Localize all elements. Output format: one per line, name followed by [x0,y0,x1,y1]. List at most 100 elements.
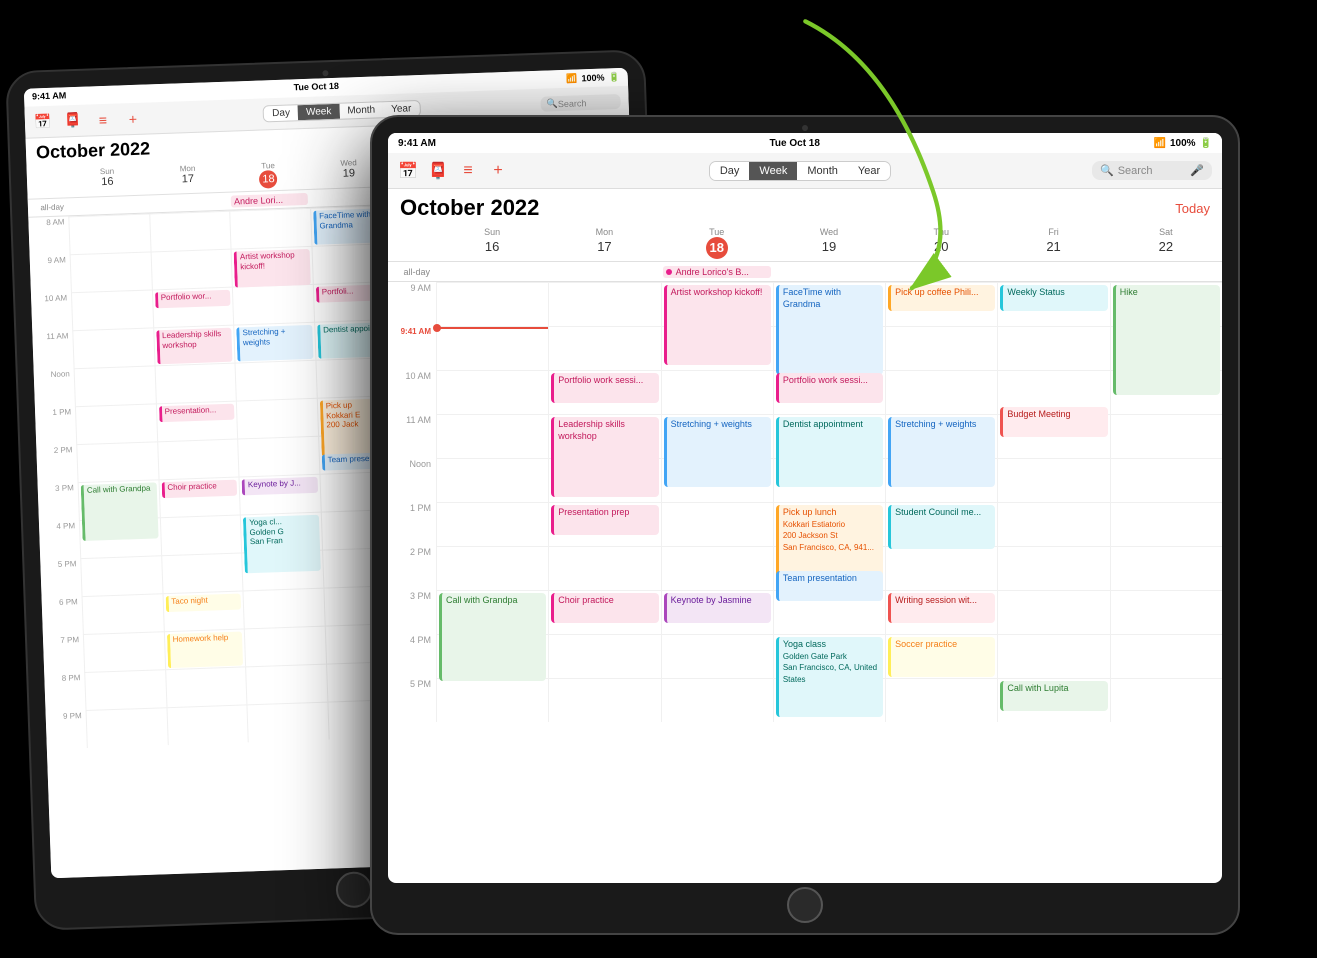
front-ev-student-council[interactable]: Student Council me... [888,505,995,549]
back-battery: 100% [581,73,604,84]
back-cell-4pm-tue: Yoga cl...Golden GSan Fran [240,512,322,553]
front-year-btn[interactable]: Year [848,162,890,180]
front-week-btn[interactable]: Week [749,162,797,180]
back-ev-call-grandpa: Call with Grandpa [81,482,158,541]
front-label-4pm: 4 PM [388,634,436,678]
calendar-icon[interactable]: 📅 [33,111,54,132]
front-cell-11am-wed: Dentist appointment [773,414,885,458]
front-calendar-icon[interactable]: 📅 [398,161,418,181]
front-cell-1pm-tue [661,502,773,546]
inbox-icon[interactable]: 📮 [63,110,84,131]
front-cell-3pm-mon: Choir practice [548,590,660,634]
front-add-icon[interactable]: + [488,161,508,181]
back-home-button[interactable] [335,871,372,908]
back-label-noon: Noon [34,368,75,407]
front-ev-dentist[interactable]: Dentist appointment [776,417,883,487]
back-cell-2pm-mon [157,439,239,480]
front-toolbar-icons: 📅 📮 ≡ + [398,161,508,181]
front-cell-3pm-sun: Call with Grandpa [436,590,548,634]
front-ev-hike[interactable]: Hike [1113,285,1220,395]
front-cell-5pm-sun [436,678,548,722]
back-cell-11am-mon: Leadership skills workshop [153,325,235,366]
back-allday-sun [68,204,149,207]
front-list-icon[interactable]: ≡ [458,161,478,181]
back-day-tue: Tue 18 [228,158,310,192]
front-label-9am: 9 AM [388,282,436,326]
ipad-front-screen: 9:41 AM Tue Oct 18 📶 100% 🔋 📅 📮 ≡ + Day [388,133,1222,883]
front-cell-2pm-thu [885,546,997,590]
camera-front [802,125,808,131]
front-cell-2pm-mon [548,546,660,590]
front-ev-call-lupita[interactable]: Call with Lupita [1000,681,1107,711]
front-ev-writing[interactable]: Writing session wit... [888,593,995,623]
front-cell-10am-mon: Portfolio work sessi... [548,370,660,414]
front-cell-941-thu [885,326,997,370]
front-cell-9am-sat: Hike [1110,282,1222,326]
front-day-sat: Sat 22 [1110,225,1222,261]
front-day-btn[interactable]: Day [710,162,750,180]
front-ev-facetime[interactable]: FaceTime with Grandma [776,285,883,375]
back-cell-noon-mon [154,363,236,404]
front-ev-budget[interactable]: Budget Meeting [1000,407,1107,437]
back-cell-4pm-mon [159,515,241,556]
front-ev-soccer[interactable]: Soccer practice [888,637,995,677]
front-ev-artist[interactable]: Artist workshop kickoff! [664,285,771,365]
back-search-bar[interactable]: 🔍 Search [540,94,620,112]
front-ev-team-presentation[interactable]: Team presentation [776,571,883,601]
front-cell-11am-thu: Stretching + weights [885,414,997,458]
front-ev-portfolio-wed[interactable]: Portfolio work sessi... [776,373,883,403]
back-allday-mon [148,201,229,204]
back-toolbar-icons: 📅 📮 ≡ + [33,108,144,132]
front-cell-3pm-tue: Keynote by Jasmine [661,590,773,634]
front-battery-icon: 🔋 [1200,138,1212,149]
front-cell-11am-mon: Leadership skills workshop [548,414,660,458]
front-ev-leadership[interactable]: Leadership skills workshop [551,417,658,497]
front-view-switcher: Day Week Month Year [709,161,891,181]
front-home-button[interactable] [787,887,823,923]
front-ev-portfolio-mon[interactable]: Portfolio work sessi... [551,373,658,403]
front-label-5pm: 5 PM [388,678,436,722]
front-cell-1pm-sat [1110,502,1222,546]
front-month-btn[interactable]: Month [797,162,848,180]
front-inbox-icon[interactable]: 📮 [428,161,448,181]
front-today-button[interactable]: Today [1175,201,1210,216]
back-ev-taco: Taco night [165,594,241,613]
back-month-btn[interactable]: Month [339,102,383,119]
front-ev-stretching-thu[interactable]: Stretching + weights [888,417,995,487]
add-icon[interactable]: + [123,108,144,129]
back-cell-3pm-tue: Keynote by J... [239,474,321,515]
back-cell-6pm-mon: Taco night [162,590,244,631]
back-ev-homework: Homework help [166,632,243,669]
front-cell-3pm-fri [997,590,1109,634]
front-cell-2pm-sat [1110,546,1222,590]
back-month-title: October 2022 [36,138,151,163]
back-day-btn[interactable]: Day [264,105,298,121]
front-time-grid-wrapper: 9 AM Artist workshop kickoff! FaceTime w… [388,282,1222,883]
front-cell-5pm-tue [661,678,773,722]
front-cell-3pm-sat [1110,590,1222,634]
back-ev-yoga: Yoga cl...Golden GSan Fran [243,515,320,574]
front-wifi-icon: 📶 [1154,138,1166,149]
back-allday-event: Andre Lori... [231,192,308,207]
front-cell-10am-wed: Portfolio work sessi... [773,370,885,414]
back-cell-7pm-mon: Homework help [163,628,245,669]
front-time-grid: 9 AM Artist workshop kickoff! FaceTime w… [388,282,1222,722]
back-cell-noon-sun [74,365,156,406]
front-ev-call-grandpa[interactable]: Call with Grandpa [439,593,546,681]
front-day-sun: Sun 16 [436,225,548,261]
back-week-btn[interactable]: Week [298,104,340,120]
front-search-icon: 🔍 [1100,164,1114,177]
front-cell-9am-mon [548,282,660,326]
front-ev-pickup-coffee[interactable]: Pick up coffee Phili... [888,285,995,311]
ipad-front: 9:41 AM Tue Oct 18 📶 100% 🔋 📅 📮 ≡ + Day [370,115,1240,935]
front-ev-weekly-status[interactable]: Weekly Status [1000,285,1107,311]
front-ev-presentation-prep[interactable]: Presentation prep [551,505,658,535]
front-cell-noon-sun [436,458,548,502]
front-ev-choir[interactable]: Choir practice [551,593,658,623]
front-ev-keynote[interactable]: Keynote by Jasmine [664,593,771,623]
front-ev-yoga[interactable]: Yoga classGolden Gate ParkSan Francisco,… [776,637,883,717]
front-ev-stretching-tue[interactable]: Stretching + weights [664,417,771,487]
front-search-bar[interactable]: 🔍 Search 🎤 [1092,161,1212,180]
list-icon[interactable]: ≡ [93,109,114,130]
front-cell-9am-wed: FaceTime with Grandma [773,282,885,326]
